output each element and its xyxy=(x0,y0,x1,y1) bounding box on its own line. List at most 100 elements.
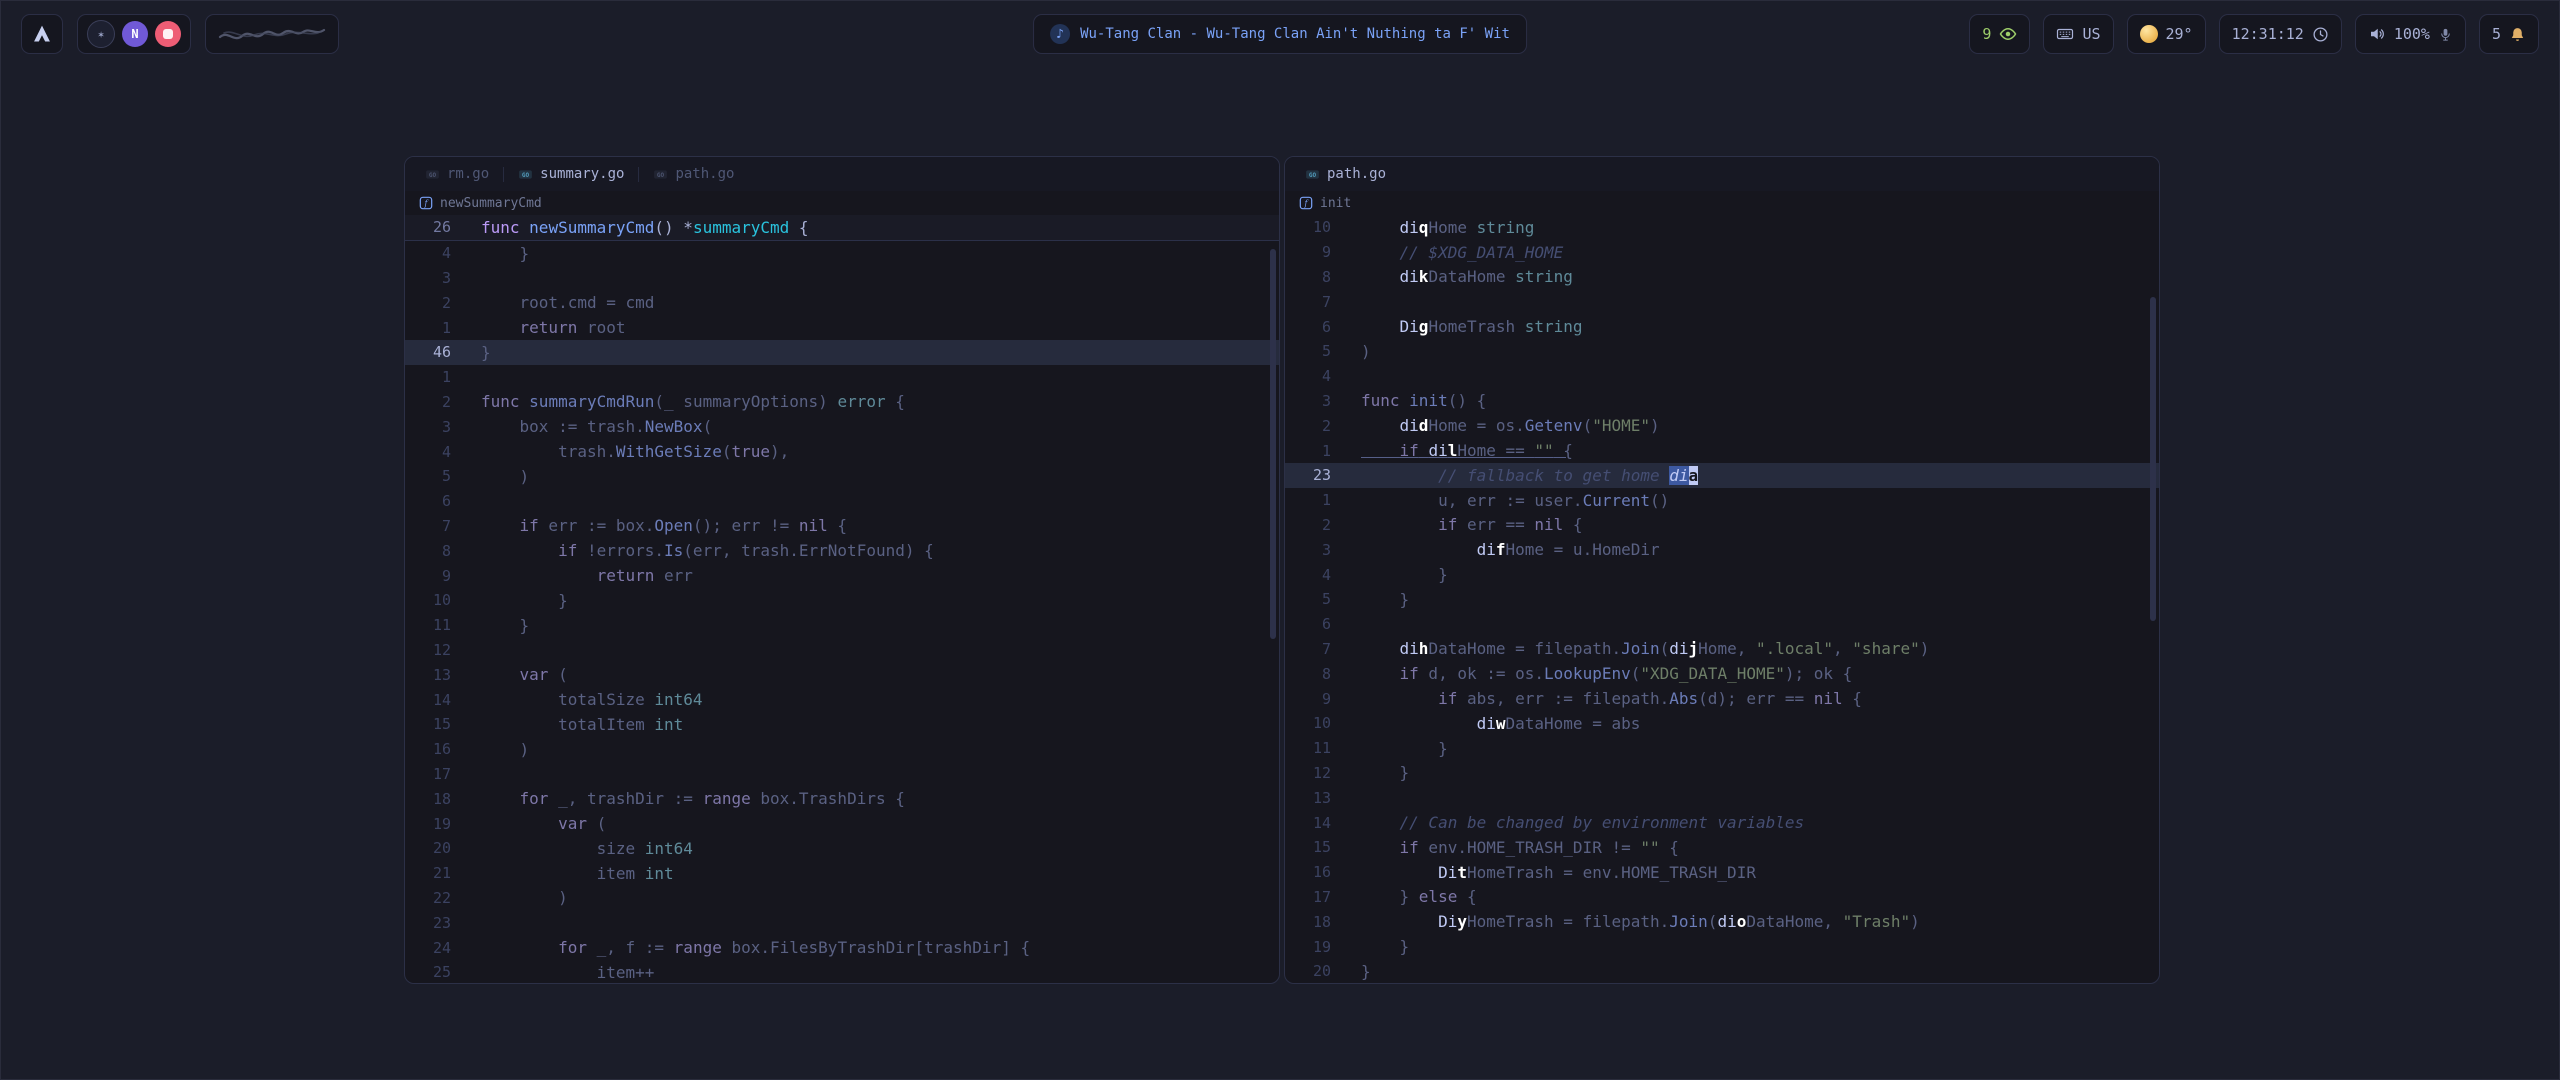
code-line[interactable]: 6 xyxy=(1285,612,2159,637)
weather-widget[interactable]: 29° xyxy=(2127,14,2206,54)
code-line[interactable]: 19 } xyxy=(1285,934,2159,959)
code-line[interactable]: 11 } xyxy=(1285,736,2159,761)
notifications-widget[interactable]: 5 xyxy=(2479,14,2539,54)
tray-icon-1[interactable]: ✶ xyxy=(87,20,115,48)
code-line[interactable]: 24 for _, f := range box.FilesByTrashDir… xyxy=(405,935,1279,960)
media-player-widget[interactable]: ♪ Wu-Tang Clan - Wu-Tang Clan Ain't Nuth… xyxy=(1033,14,1527,54)
code-line[interactable]: 8 dikDataHome string xyxy=(1285,265,2159,290)
keyboard-layout-widget[interactable]: US xyxy=(2043,14,2113,54)
code-line[interactable]: 17 } else { xyxy=(1285,885,2159,910)
code-line[interactable]: 14 totalSize int64 xyxy=(405,687,1279,712)
code-line[interactable]: 19 var ( xyxy=(405,811,1279,836)
line-number: 23 xyxy=(405,914,451,932)
redacted-widget[interactable] xyxy=(205,14,339,54)
line-number: 7 xyxy=(1285,293,1331,311)
code-line[interactable]: 6 xyxy=(405,489,1279,514)
editor-window-right: GOpath.go f init 10 diqHome string9 // $… xyxy=(1284,156,2160,984)
tray-icon-2[interactable]: N xyxy=(122,21,148,47)
code-line[interactable]: 23 // fallback to get home dia xyxy=(1285,463,2159,488)
code-line[interactable]: 4 } xyxy=(1285,562,2159,587)
code-line[interactable]: 6 DigHomeTrash string xyxy=(1285,314,2159,339)
code-line[interactable]: 7 xyxy=(1285,289,2159,314)
svg-text:GO: GO xyxy=(657,171,665,178)
code-line[interactable]: 9 if abs, err := filepath.Abs(d); err ==… xyxy=(1285,686,2159,711)
scrollbar-thumb-left[interactable] xyxy=(1270,249,1276,639)
code-line[interactable]: 22 ) xyxy=(405,886,1279,911)
line-number: 22 xyxy=(405,889,451,907)
line-number: 7 xyxy=(405,517,451,535)
code-line[interactable]: 4 } xyxy=(405,241,1279,266)
line-number: 9 xyxy=(1285,690,1331,708)
code-line[interactable]: 12 xyxy=(405,638,1279,663)
code-text: totalSize int64 xyxy=(481,690,703,709)
code-line[interactable]: 5 ) xyxy=(405,464,1279,489)
code-line[interactable]: 5 } xyxy=(1285,587,2159,612)
code-line[interactable]: 4 trash.WithGetSize(true), xyxy=(405,439,1279,464)
code-text: item++ xyxy=(481,963,654,982)
code-line[interactable]: 1 return root xyxy=(405,315,1279,340)
keyboard-layout-value: US xyxy=(2082,25,2100,43)
code-line[interactable]: 3func init() { xyxy=(1285,389,2159,414)
code-line[interactable]: 16 DitHomeTrash = env.HOME_TRASH_DIR xyxy=(1285,860,2159,885)
code-text: DitHomeTrash = env.HOME_TRASH_DIR xyxy=(1361,863,1756,882)
code-line[interactable]: 7 if err := box.Open(); err != nil { xyxy=(405,514,1279,539)
code-line[interactable]: 10 diwDataHome = abs xyxy=(1285,711,2159,736)
code-line[interactable]: 10 diqHome string xyxy=(1285,215,2159,240)
code-line[interactable]: 18 DiyHomeTrash = filepath.Join(dioDataH… xyxy=(1285,909,2159,934)
code-line[interactable]: 2func summaryCmdRun(_ summaryOptions) er… xyxy=(405,390,1279,415)
context-line[interactable]: 26func newSummaryCmd() *summaryCmd { xyxy=(405,215,1279,241)
code-line[interactable]: 12 } xyxy=(1285,761,2159,786)
clock-widget[interactable]: 12:31:12 xyxy=(2219,14,2342,54)
code-line[interactable]: 3 xyxy=(405,266,1279,291)
code-line[interactable]: 10 } xyxy=(405,588,1279,613)
volume-level: 100% xyxy=(2394,25,2430,43)
code-line[interactable]: 2 if err == nil { xyxy=(1285,513,2159,538)
tab-path-go[interactable]: GOpath.go xyxy=(639,157,748,191)
code-line[interactable]: 16 ) xyxy=(405,737,1279,762)
code-line[interactable]: 11 } xyxy=(405,613,1279,638)
line-number: 8 xyxy=(1285,268,1331,286)
code-line[interactable]: 18 for _, trashDir := range box.TrashDir… xyxy=(405,786,1279,811)
code-line[interactable]: 7 dihDataHome = filepath.Join(dijHome, "… xyxy=(1285,637,2159,662)
code-line[interactable]: 15 totalItem int xyxy=(405,712,1279,737)
code-line[interactable]: 3 box := trash.NewBox( xyxy=(405,414,1279,439)
code-line[interactable]: 1 u, err := user.Current() xyxy=(1285,488,2159,513)
tab-path-go[interactable]: GOpath.go xyxy=(1291,157,1400,191)
launcher-button[interactable] xyxy=(21,14,63,54)
code-line[interactable]: 21 item int xyxy=(405,861,1279,886)
code-line[interactable]: 9 // $XDG_DATA_HOME xyxy=(1285,240,2159,265)
code-line[interactable]: 9 return err xyxy=(405,563,1279,588)
code-line[interactable]: 14 // Can be changed by environment vari… xyxy=(1285,810,2159,835)
code-line[interactable]: 23 xyxy=(405,910,1279,935)
screen-recorder-widget[interactable]: 9 xyxy=(1969,14,2030,54)
line-number: 6 xyxy=(405,492,451,510)
code-line[interactable]: 25 item++ xyxy=(405,960,1279,984)
code-line[interactable]: 4 xyxy=(1285,364,2159,389)
code-line[interactable]: 1 xyxy=(405,365,1279,390)
code-line[interactable]: 3 difHome = u.HomeDir xyxy=(1285,537,2159,562)
line-number: 9 xyxy=(405,567,451,585)
code-line[interactable]: 2 didHome = os.Getenv("HOME") xyxy=(1285,413,2159,438)
volume-widget[interactable]: 100% xyxy=(2355,14,2466,54)
code-text: item int xyxy=(481,864,674,883)
code-line[interactable]: 8 if !errors.Is(err, trash.ErrNotFound) … xyxy=(405,538,1279,563)
code-line[interactable]: 2 root.cmd = cmd xyxy=(405,290,1279,315)
editor-window-left: GOrm.goGOsummary.goGOpath.go f newSummar… xyxy=(404,156,1280,984)
code-line[interactable]: 13 var ( xyxy=(405,662,1279,687)
code-line[interactable]: 46} xyxy=(405,340,1279,365)
tab-rm-go[interactable]: GOrm.go xyxy=(411,157,503,191)
line-number: 18 xyxy=(405,790,451,808)
code-line[interactable]: 13 xyxy=(1285,785,2159,810)
code-line[interactable]: 17 xyxy=(405,762,1279,787)
tab-summary-go[interactable]: GOsummary.go xyxy=(504,157,638,191)
tray-icon-3[interactable] xyxy=(155,21,181,47)
code-line[interactable]: 5) xyxy=(1285,339,2159,364)
scrollbar-thumb-right[interactable] xyxy=(2150,297,2156,621)
breadcrumb-right: f init xyxy=(1285,191,2159,215)
redacted-scribble-icon xyxy=(216,22,328,46)
code-line[interactable]: 15 if env.HOME_TRASH_DIR != "" { xyxy=(1285,835,2159,860)
code-line[interactable]: 1 if dilHome == "" { xyxy=(1285,438,2159,463)
code-line[interactable]: 20} xyxy=(1285,959,2159,984)
code-line[interactable]: 20 size int64 xyxy=(405,836,1279,861)
code-line[interactable]: 8 if d, ok := os.LookupEnv("XDG_DATA_HOM… xyxy=(1285,661,2159,686)
